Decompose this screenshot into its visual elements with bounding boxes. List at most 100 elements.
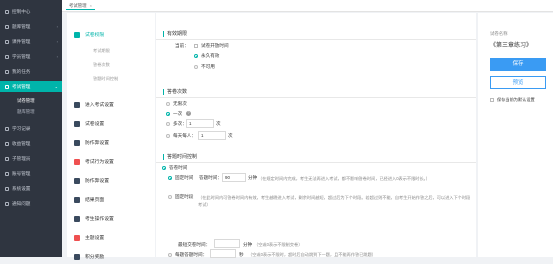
sidebar-item-label: 子管理员 (12, 156, 31, 161)
open-time-checkbox[interactable] (194, 44, 198, 48)
shield-icon (74, 177, 80, 184)
sidebar-item-tasks[interactable]: 我的任务 (0, 66, 62, 77)
min-submit-unit: 分钟 (243, 242, 253, 247)
multiple-count-input[interactable]: 1 (186, 119, 214, 128)
menu-subitem-validity[interactable]: 考试期限 (93, 46, 110, 56)
set-default-checkbox[interactable] (490, 98, 494, 102)
menu-item-anti-cheat-2[interactable]: 防作弊设置 (74, 176, 152, 188)
multiple-unit: 次 (216, 121, 221, 126)
menu-item-entry-settings[interactable]: 进入考试设置 (74, 100, 152, 112)
menu-item-paper-permissions[interactable]: 试卷权限 (74, 30, 152, 42)
menu-item-points[interactable]: 积分奖励 (74, 252, 152, 264)
menu-item-label: 进入考试设置 (85, 103, 114, 108)
record-icon (5, 127, 9, 131)
task-icon (5, 70, 9, 74)
divider (156, 39, 476, 40)
sidebar-item-students[interactable]: 学员管理 › (0, 51, 62, 62)
fixed-duration-radio[interactable] (168, 176, 172, 180)
sidebar-item-label: 系统设置 (12, 186, 31, 191)
sidebar-item-exams[interactable]: 考试管理 ⌄ (0, 81, 62, 92)
help-icon[interactable]: ? (186, 111, 191, 116)
sidebar-item-accounts[interactable]: 账号管理 (0, 168, 62, 179)
menu-item-label: 结果页面 (85, 198, 105, 203)
paper-icon (74, 120, 80, 127)
section-title-time-control: 答题时间控制 (163, 154, 197, 160)
daily-label: 每天每人： (173, 133, 196, 138)
chevron-right-icon: › (56, 54, 58, 59)
sidebar-item-dashboard[interactable]: 控制中心 (0, 6, 62, 17)
exam-icon (5, 85, 9, 89)
unlimited-radio[interactable] (166, 102, 170, 106)
sidebar-item-question-bank[interactable]: 题库管理 › (0, 21, 62, 32)
timed-answer-label: 答卷时间 (169, 165, 188, 170)
menu-item-paper-settings[interactable]: 试卷设置 (74, 119, 152, 131)
per-question-note: （空或0表示不限时，超时后自动跳到下一题，且不能再作答已跳题） (248, 252, 376, 257)
per-question-unit: 秒 (239, 252, 244, 257)
sidebar-item-label: 课件管理 (12, 39, 31, 44)
unavailable-radio[interactable] (194, 65, 198, 69)
per-question-label: 每题答题时间： (175, 252, 208, 257)
min-submit-note: （空或0表示不限制交卷） (254, 242, 303, 247)
admin-icon (5, 157, 9, 161)
open-time-label: 试卷开放时间 (201, 43, 229, 48)
menu-item-exam-behavior[interactable]: 考试行为设置 (74, 157, 152, 169)
sidebar-item-learning-records[interactable]: 学习记录 (0, 123, 62, 134)
save-button[interactable]: 保存 (490, 58, 546, 71)
menu-item-label: 考生操作设置 (85, 217, 114, 222)
fixed-period-radio[interactable] (168, 195, 172, 199)
sidebar-subitem-question-bank[interactable]: 题库管理 (0, 107, 62, 117)
paper-name-value: 《第三章练习》 (490, 43, 533, 49)
fixed-duration-label: 固定时间 (175, 175, 194, 180)
sidebar-item-label: 控制中心 (12, 9, 31, 14)
timed-answer-radio[interactable] (162, 166, 166, 170)
validity-row-label: 当前： (175, 43, 189, 48)
file-icon (5, 40, 9, 44)
menu-subitem-time-control[interactable]: 答题时间控制 (93, 74, 118, 84)
sidebar-item-earnings[interactable]: 收益管理 (0, 138, 62, 149)
daily-radio[interactable] (166, 134, 170, 138)
menu-item-label: 试卷设置 (85, 122, 105, 127)
min-submit-label: 最短交卷时间： (178, 242, 211, 247)
per-question-radio[interactable] (168, 253, 172, 257)
chevron-right-icon: › (56, 24, 58, 29)
dashboard-icon (5, 10, 9, 14)
sidebar-item-label: 学习记录 (12, 126, 31, 131)
daily-unit: 次 (228, 133, 233, 138)
sidebar: 控制中心 题库管理 › 课件管理 › 学员管理 › 我的任务 考试管理 ⌄ 试卷管理 题… (0, 0, 62, 257)
fixed-duration-note: （在规定时间内完成，考生无法再进入考试，都不影响答卷时间，已经进入0表示不限时长… (258, 176, 430, 181)
money-icon (5, 142, 9, 146)
divider (156, 162, 476, 163)
menu-item-anti-cheat[interactable]: 防作弊设置 (74, 138, 152, 150)
fixed-period-label: 固定时段 (175, 194, 194, 199)
multiple-radio[interactable] (166, 122, 170, 126)
menu-item-candidate-ops[interactable]: 考生操作设置 (74, 214, 152, 226)
candidate-icon (74, 215, 80, 222)
section-title-attempts: 答卷次数 (163, 89, 187, 95)
sidebar-item-label: 我的任务 (12, 69, 31, 74)
min-submit-input[interactable] (214, 239, 240, 248)
sidebar-item-courseware[interactable]: 课件管理 › (0, 36, 62, 47)
gear-icon (5, 187, 9, 191)
entry-icon (74, 101, 80, 108)
menu-item-result-page[interactable]: 结果页面 (74, 195, 152, 207)
fixed-period-note: （在此时间内可答卷时间内有效，考生越晚进入考试，剩余时间越短，超过后为下个时段。… (198, 195, 471, 207)
menu-item-label: 试卷权限 (85, 33, 105, 38)
sidebar-item-sub-admins[interactable]: 子管理员 (0, 153, 62, 164)
unavailable-label: 不可用 (201, 64, 215, 69)
permanent-radio[interactable] (194, 54, 198, 58)
close-icon[interactable]: × (90, 3, 92, 8)
menu-subitem-attempts[interactable]: 答卷次数 (93, 60, 110, 70)
result-icon (74, 196, 80, 203)
sidebar-item-label: 通知问题 (12, 201, 31, 206)
duration-input[interactable]: 90 (222, 173, 246, 182)
sidebar-item-settings[interactable]: 系统设置 (0, 183, 62, 194)
tab-label: 考试管理 (69, 3, 87, 8)
sidebar-subitem-papers[interactable]: 试卷管理 (0, 96, 62, 106)
menu-item-theme[interactable]: 主题设置 (74, 233, 152, 245)
once-radio[interactable] (166, 112, 170, 116)
tab-exam-management[interactable]: 考试管理 × (66, 2, 95, 10)
sidebar-item-notifications[interactable]: 通知问题 (0, 198, 62, 209)
chevron-right-icon: › (56, 39, 58, 44)
preview-button[interactable]: 预览 (490, 76, 546, 89)
daily-count-input[interactable]: 1 (198, 131, 226, 140)
